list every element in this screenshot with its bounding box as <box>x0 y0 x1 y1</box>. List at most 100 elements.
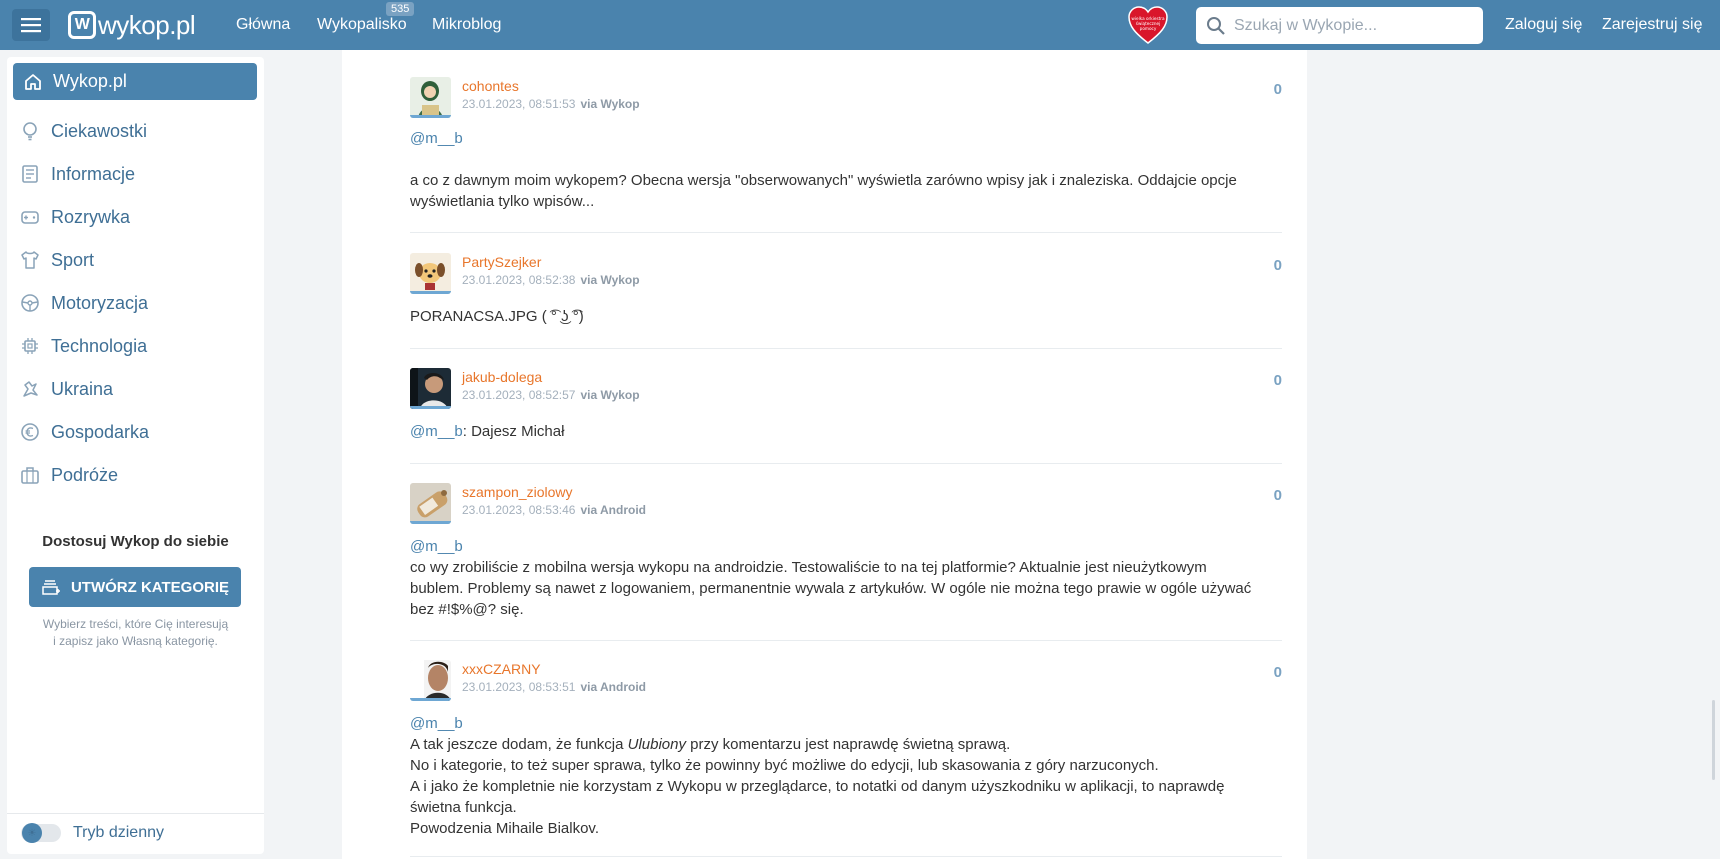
comment-body: @m__b co wy zrobiliście z mobilna wersja… <box>410 536 1270 620</box>
comment-line: wyświetlania tylko wpisów... <box>410 193 595 210</box>
sidebar-item-informacje[interactable]: Informacje <box>19 160 135 188</box>
shirt-icon <box>19 249 41 271</box>
comment-text: A tak jeszcze dodam, że funkcja <box>410 736 628 753</box>
sidebar-item-ukraina[interactable]: Ukraina <box>19 375 113 403</box>
sidebar-item-label: Podróże <box>51 464 119 485</box>
comment-score[interactable]: 0 <box>1274 81 1282 98</box>
mention-link[interactable]: @m__b <box>410 423 463 440</box>
euro-coin-icon <box>19 421 41 443</box>
comment-divider <box>410 856 1282 857</box>
wosp-heart-icon[interactable]: wielka orkiestra świątecznej pomocy <box>1127 5 1169 45</box>
logo[interactable]: W wykop.pl <box>68 9 196 40</box>
comment-date[interactable]: 23.01.2023, 08:51:53 <box>462 97 575 111</box>
register-link[interactable]: Zarejestruj się <box>1602 0 1702 50</box>
sidebar-item-podroze[interactable]: Podróże <box>19 461 118 489</box>
comment-date[interactable]: 23.01.2023, 08:53:46 <box>462 503 575 517</box>
comment-line: A tak jeszcze dodam, że funkcja Ulubiony… <box>410 734 1270 755</box>
username[interactable]: szampon_ziolowy <box>462 484 573 500</box>
comment-meta: 23.01.2023, 08:51:53 via Wykop <box>462 97 640 111</box>
comment-meta: 23.01.2023, 08:53:51 via Android <box>462 680 646 694</box>
create-category-hint: Wybierz treści, które Cię interesują i z… <box>27 616 244 650</box>
sidebar-item-home[interactable]: Wykop.pl <box>13 63 257 100</box>
comment-score[interactable]: 0 <box>1274 372 1282 389</box>
suitcase-icon <box>19 464 41 486</box>
nav-wykopalisko-label[interactable]: Wykopalisko <box>317 16 407 34</box>
sidebar-item-label: Ciekawostki <box>51 120 148 141</box>
sidebar-home-label: Wykop.pl <box>53 71 127 91</box>
svg-text:pomocy: pomocy <box>1140 26 1157 31</box>
sidebar-item-ciekawostki[interactable]: Ciekawostki <box>19 117 147 145</box>
sidebar-item-label: Rozrywka <box>51 206 131 227</box>
search-box[interactable] <box>1196 7 1483 44</box>
sidebar-item-rozrywka[interactable]: Rozrywka <box>19 203 130 231</box>
avatar[interactable] <box>410 253 451 294</box>
avatar[interactable] <box>410 483 451 524</box>
comment-body: @m__b A tak jeszcze dodam, że funkcja Ul… <box>410 713 1270 839</box>
comment-line: No i kategorie, to też super sprawa, tyl… <box>410 757 1159 774</box>
steering-wheel-icon <box>19 292 41 314</box>
comment-text: PORANACSA.JPG ( ͡° ͜ʖ ͡°) <box>410 308 584 325</box>
username[interactable]: xxxCZARNY <box>462 661 541 677</box>
comment-line: bez #!$%@? się. <box>410 601 524 618</box>
comment-meta: 23.01.2023, 08:52:38 via Wykop <box>462 273 640 287</box>
chip-icon <box>19 335 41 357</box>
comment-score[interactable]: 0 <box>1274 664 1282 681</box>
wykopalisko-count-badge: 535 <box>386 2 415 16</box>
avatar[interactable] <box>410 77 451 118</box>
comment-line: a co z dawnym moim wykopem? Obecna wersj… <box>410 172 1237 189</box>
comment-via: via Wykop <box>580 97 640 111</box>
comment-divider <box>410 348 1282 349</box>
nav-glowna-label[interactable]: Główna <box>236 16 290 34</box>
comment-date[interactable]: 23.01.2023, 08:52:57 <box>462 388 575 402</box>
theme-label: Tryb dzienny <box>73 824 164 841</box>
comment-line: świetna funkcja. <box>410 799 517 816</box>
mention-link[interactable]: @m__b <box>410 715 463 732</box>
logo-text: wykop.pl <box>98 9 196 40</box>
login-link[interactable]: Zaloguj się <box>1505 0 1582 50</box>
theme-toggle[interactable]: ☀ Tryb dzienny <box>21 823 164 843</box>
username[interactable]: cohontes <box>462 78 519 94</box>
comment-body: @m__b a co z dawnym moim wykopem? Obecna… <box>410 128 1270 212</box>
sidebar-item-technologia[interactable]: Technologia <box>19 332 147 360</box>
mention-link[interactable]: @m__b <box>410 130 463 147</box>
sidebar: Wykop.pl Ciekawostki Informacje Rozrywka… <box>7 57 264 854</box>
sidebar-item-label: Gospodarka <box>51 421 150 442</box>
create-hint-line-1: Wybierz treści, które Cię interesują <box>42 617 229 631</box>
username[interactable]: PartySzejker <box>462 254 541 270</box>
hamburger-icon <box>21 18 41 33</box>
theme-switch[interactable]: ☀ <box>21 823 61 843</box>
comment-date[interactable]: 23.01.2023, 08:53:51 <box>462 680 575 694</box>
comment-score[interactable]: 0 <box>1274 487 1282 504</box>
comment-divider <box>410 232 1282 233</box>
nav-mikroblog[interactable]: Mikroblog <box>432 0 501 50</box>
search-input[interactable] <box>1234 16 1474 35</box>
comment-text: przy komentarzu jest naprawdę świetną sp… <box>686 736 1011 753</box>
add-category-icon <box>42 580 60 595</box>
gamepad-icon <box>19 206 41 228</box>
nav-glowna[interactable]: Główna <box>236 0 290 50</box>
sidebar-item-label: Technologia <box>51 335 148 356</box>
comment-via: via Wykop <box>580 273 640 287</box>
comment-date[interactable]: 23.01.2023, 08:52:38 <box>462 273 575 287</box>
comment-line: A i jako że kompletnie nie korzystam z W… <box>410 778 1225 795</box>
nav-mikroblog-label[interactable]: Mikroblog <box>432 16 501 34</box>
page-scrollbar[interactable] <box>1712 700 1715 780</box>
comment-via: via Android <box>580 680 646 694</box>
comment-line: Powodzenia Mihaile Bialkov. <box>410 820 599 837</box>
comment-score[interactable]: 0 <box>1274 257 1282 274</box>
comment-via: via Android <box>580 503 646 517</box>
menu-button[interactable] <box>12 9 50 41</box>
mention-link[interactable]: @m__b <box>410 538 463 555</box>
sidebar-item-gospodarka[interactable]: Gospodarka <box>19 418 149 446</box>
sidebar-item-label: Motoryzacja <box>51 292 149 313</box>
comment-emphasis: Ulubiony <box>627 736 686 753</box>
sidebar-item-motoryzacja[interactable]: Motoryzacja <box>19 289 148 317</box>
sidebar-item-sport[interactable]: Sport <box>19 246 94 274</box>
avatar[interactable] <box>410 368 451 409</box>
avatar[interactable] <box>410 660 451 701</box>
comment-divider <box>410 463 1282 464</box>
username[interactable]: jakub-dolega <box>462 369 542 385</box>
create-category-button[interactable]: UTWÓRZ KATEGORIĘ <box>29 567 241 607</box>
sidebar-item-label: Ukraina <box>51 378 114 399</box>
ukraine-icon <box>19 378 41 400</box>
